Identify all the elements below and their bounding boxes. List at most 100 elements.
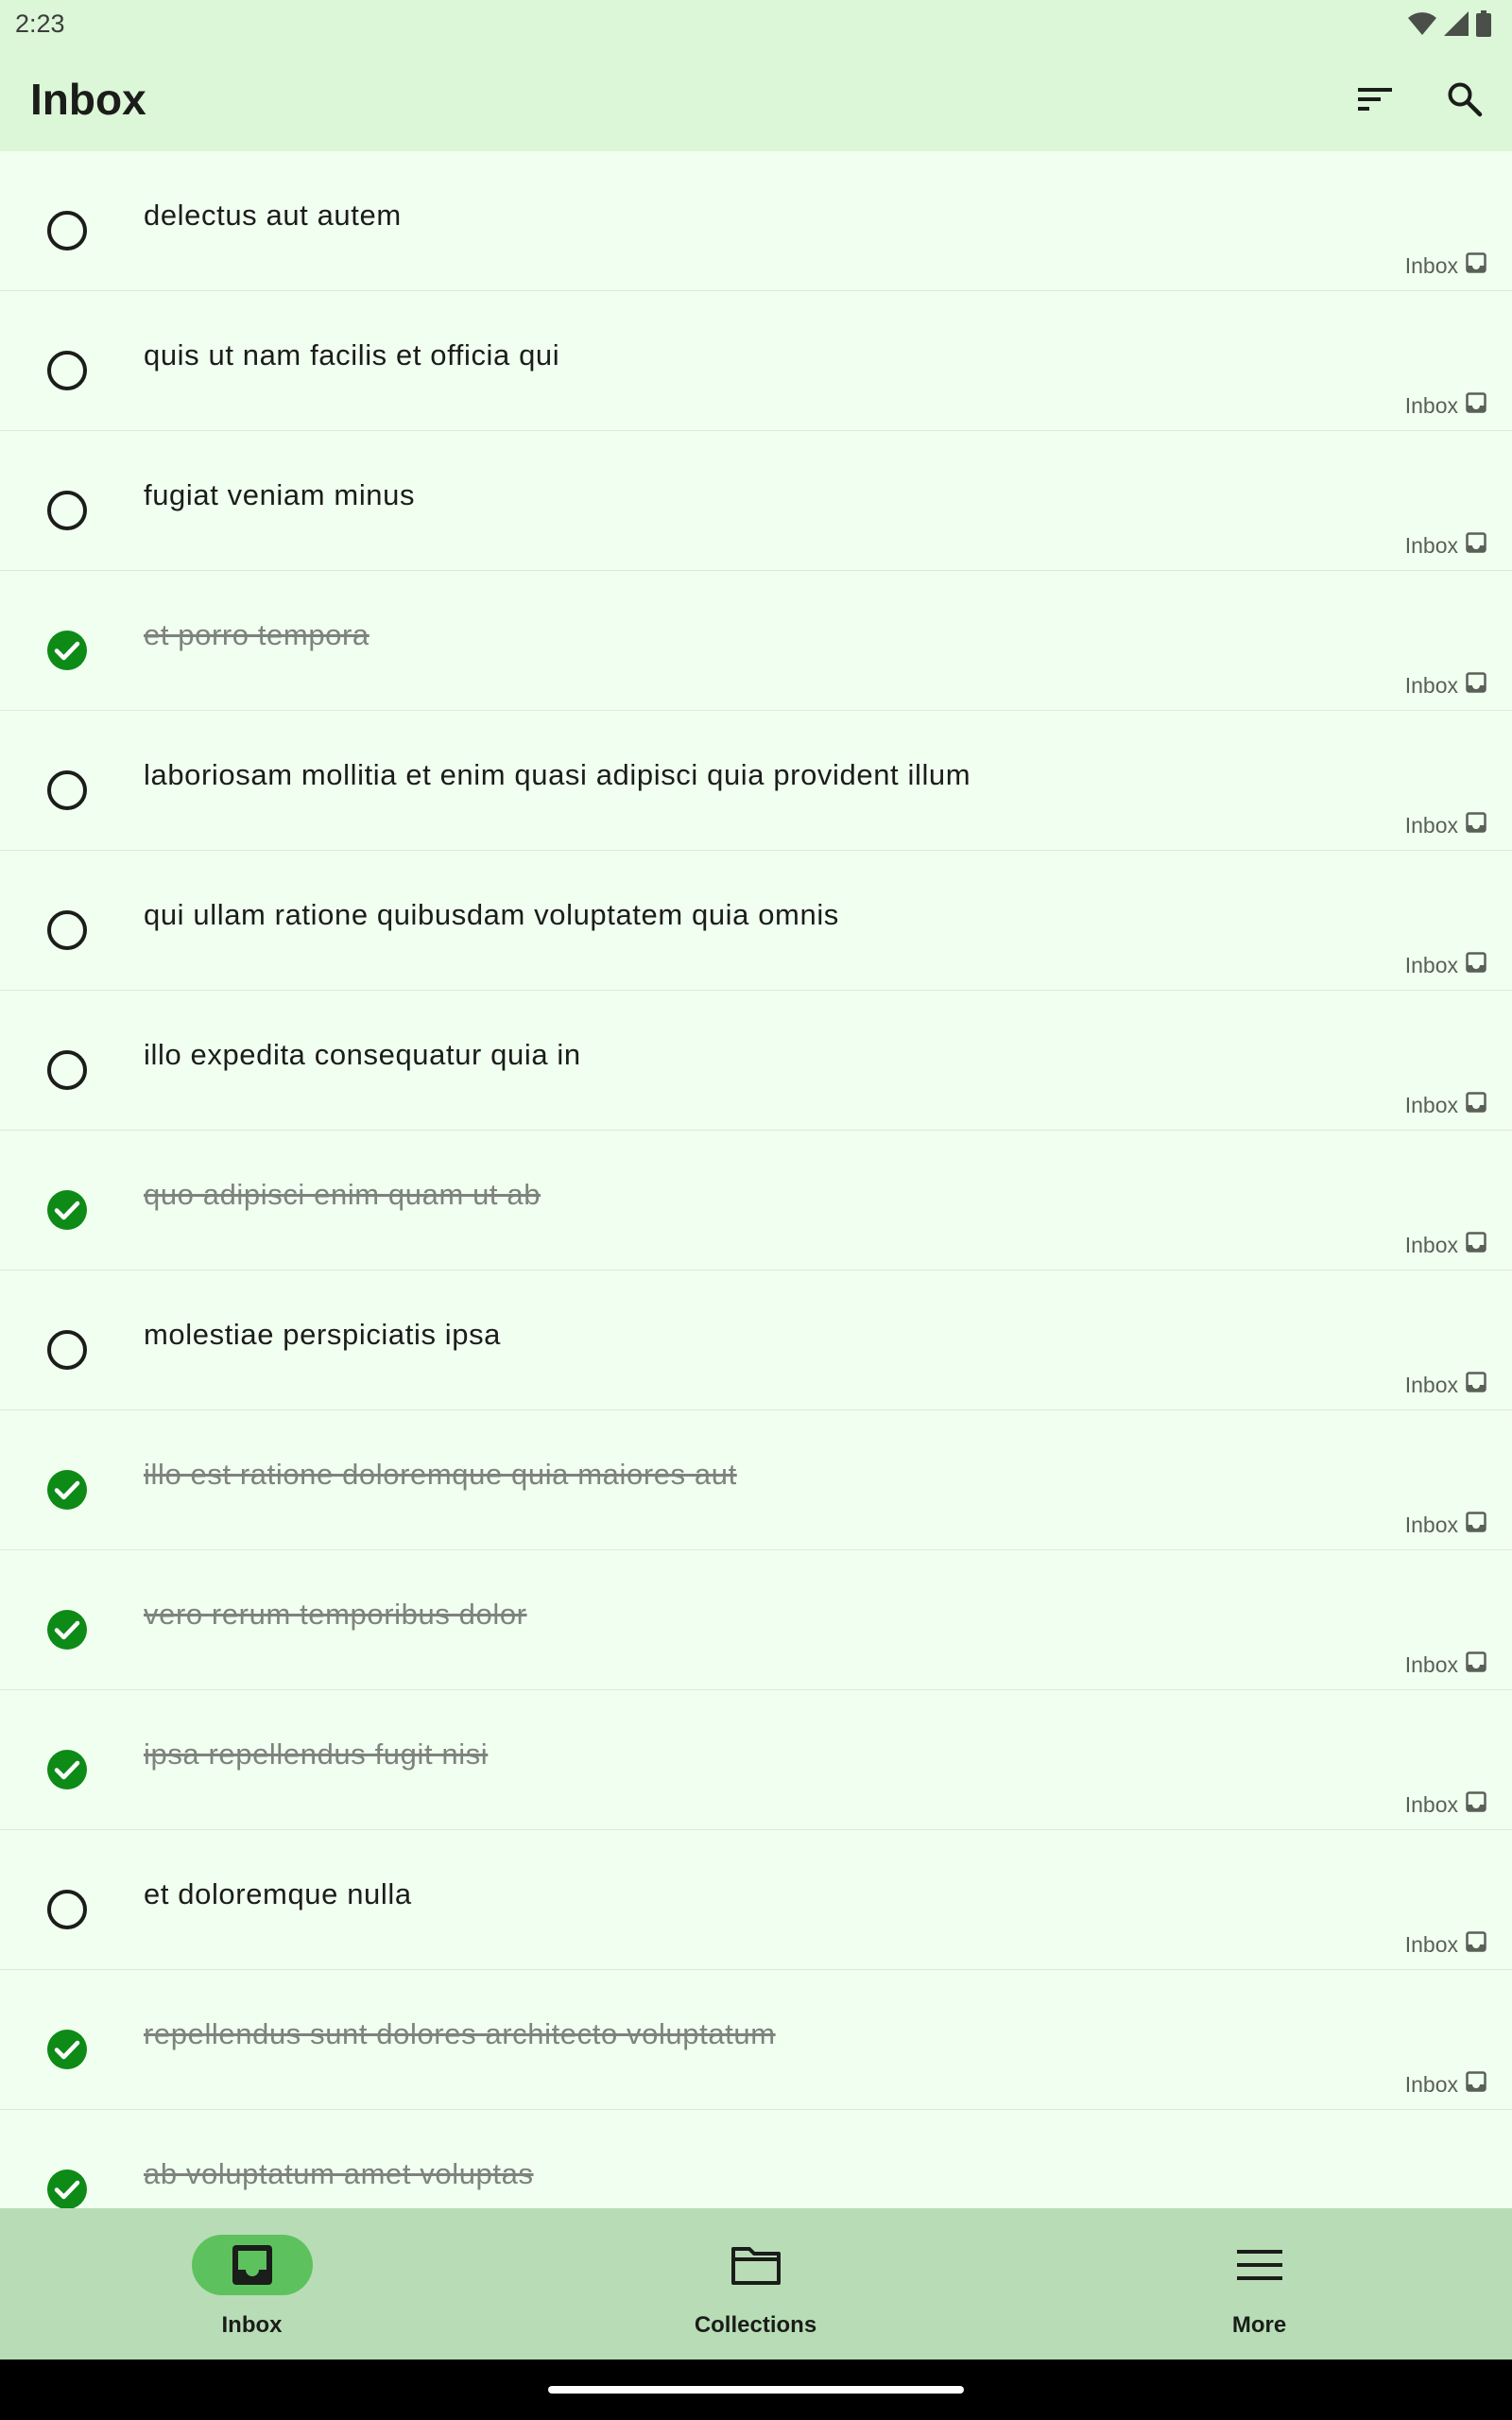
- task-row[interactable]: qui ullam ratione quibusdam voluptatem q…: [0, 851, 1512, 991]
- task-title: et doloremque nulla: [144, 1877, 412, 1910]
- checked-circle-icon[interactable]: [45, 1468, 89, 1512]
- task-title: repellendus sunt dolores architecto volu…: [144, 2017, 776, 2050]
- task-row[interactable]: vero rerum temporibus dolor Inbox: [0, 1550, 1512, 1690]
- battery-icon: [1476, 10, 1491, 37]
- task-row[interactable]: molestiae perspiciatis ipsa Inbox: [0, 1270, 1512, 1410]
- task-collection-tag: Inbox: [1405, 1092, 1486, 1118]
- task-row[interactable]: quo adipisci enim quam ut ab Inbox: [0, 1131, 1512, 1270]
- collection-label: Inbox: [1404, 252, 1458, 278]
- task-collection-tag: Inbox: [1405, 952, 1486, 978]
- collection-label: Inbox: [1404, 1372, 1458, 1397]
- search-button[interactable]: [1436, 71, 1493, 128]
- nav-item-collections[interactable]: Collections: [504, 2208, 1007, 2360]
- nav-icon-wrap: [696, 2235, 816, 2295]
- collection-label: Inbox: [1404, 532, 1458, 558]
- signal-icon: [1444, 11, 1469, 36]
- inbox-icon: [1466, 532, 1486, 559]
- inbox-icon: [1466, 1931, 1486, 1958]
- unchecked-circle-icon[interactable]: [45, 1888, 89, 1931]
- inbox-icon: [1466, 1651, 1486, 1678]
- app-bar: Inbox: [0, 47, 1512, 151]
- task-title: fugiat veniam minus: [144, 478, 416, 511]
- task-title: qui ullam ratione quibusdam voluptatem q…: [144, 898, 839, 931]
- unchecked-circle-icon[interactable]: [45, 209, 89, 252]
- unchecked-circle-icon[interactable]: [45, 349, 89, 392]
- task-collection-tag: Inbox: [1405, 252, 1486, 279]
- task-title: quo adipisci enim quam ut ab: [144, 1178, 541, 1211]
- task-title: molestiae perspiciatis ipsa: [144, 1318, 502, 1351]
- sort-icon: [1358, 88, 1392, 111]
- task-collection-tag: Inbox: [1405, 532, 1486, 559]
- bottom-navigation: Inbox Collections More: [0, 2208, 1512, 2360]
- task-collection-tag: Inbox: [1405, 1372, 1486, 1398]
- unchecked-circle-icon[interactable]: [45, 769, 89, 812]
- status-bar: 2:23: [0, 0, 1512, 47]
- nav-label-more: More: [1231, 2312, 1287, 2338]
- nav-label-collections: Collections: [694, 2312, 817, 2338]
- inbox-icon: [1466, 1512, 1486, 1538]
- inbox-icon: [1466, 672, 1486, 699]
- task-collection-tag: Inbox: [1405, 1931, 1486, 1958]
- collection-label: Inbox: [1404, 952, 1458, 977]
- task-row[interactable]: et porro tempora Inbox: [0, 571, 1512, 711]
- task-collection-tag: Inbox: [1405, 1651, 1486, 1678]
- collection-label: Inbox: [1404, 1232, 1458, 1257]
- task-row[interactable]: fugiat veniam minus Inbox: [0, 431, 1512, 571]
- task-row[interactable]: ab voluptatum amet voluptasInbox: [0, 2110, 1512, 2208]
- task-row[interactable]: illo expedita consequatur quia in Inbox: [0, 991, 1512, 1131]
- task-row[interactable]: illo est ratione doloremque quia maiores…: [0, 1410, 1512, 1550]
- checked-circle-icon[interactable]: [45, 1748, 89, 1791]
- collection-label: Inbox: [1404, 1791, 1458, 1817]
- task-title: ab voluptatum amet voluptas: [144, 2157, 534, 2190]
- unchecked-circle-icon[interactable]: [45, 489, 89, 532]
- nav-item-more[interactable]: More: [1007, 2208, 1511, 2360]
- task-title: laboriosam mollitia et enim quasi adipis…: [144, 758, 971, 791]
- task-title: ipsa repellendus fugit nisi: [144, 1737, 489, 1771]
- collection-label: Inbox: [1404, 672, 1458, 698]
- inbox-icon: [1466, 252, 1486, 279]
- checked-circle-icon[interactable]: [45, 1188, 89, 1232]
- nav-item-inbox[interactable]: Inbox: [0, 2208, 504, 2360]
- task-collection-tag: Inbox: [1405, 672, 1486, 699]
- task-collection-tag: Inbox: [1405, 2071, 1486, 2098]
- search-icon: [1448, 82, 1483, 117]
- task-collection-tag: Inbox: [1405, 1512, 1486, 1538]
- inbox-icon: [1466, 392, 1486, 419]
- task-row[interactable]: repellendus sunt dolores architecto volu…: [0, 1970, 1512, 2110]
- inbox-icon: [1466, 812, 1486, 838]
- task-row[interactable]: et doloremque nulla Inbox: [0, 1830, 1512, 1970]
- wifi-icon: [1408, 12, 1436, 35]
- menu-icon: [1236, 2250, 1282, 2280]
- checked-circle-icon[interactable]: [45, 629, 89, 672]
- sort-button[interactable]: [1347, 71, 1403, 128]
- task-collection-tag: Inbox: [1405, 1232, 1486, 1258]
- inbox-icon: [1466, 1791, 1486, 1818]
- task-title: delectus aut autem: [144, 199, 402, 232]
- status-time: 2:23: [15, 9, 65, 38]
- unchecked-circle-icon[interactable]: [45, 1328, 89, 1372]
- checked-circle-icon[interactable]: [45, 2168, 89, 2208]
- collection-label: Inbox: [1404, 812, 1458, 838]
- nav-icon-wrap: [1199, 2235, 1320, 2295]
- folder-icon: [730, 2247, 781, 2285]
- inbox-icon: [232, 2245, 272, 2285]
- collection-label: Inbox: [1404, 1931, 1458, 1957]
- nav-label-inbox: Inbox: [221, 2312, 283, 2338]
- task-row[interactable]: ipsa repellendus fugit nisi Inbox: [0, 1690, 1512, 1830]
- checked-circle-icon[interactable]: [45, 1608, 89, 1651]
- checked-circle-icon[interactable]: [45, 2028, 89, 2071]
- nav-active-indicator: [191, 2235, 313, 2295]
- gesture-handle[interactable]: [548, 2386, 964, 2394]
- task-row[interactable]: quis ut nam facilis et officia qui Inbox: [0, 291, 1512, 431]
- task-row[interactable]: delectus aut autem Inbox: [0, 151, 1512, 291]
- task-row[interactable]: laboriosam mollitia et enim quasi adipis…: [0, 711, 1512, 851]
- inbox-icon: [1466, 1232, 1486, 1258]
- task-list: delectus aut autem Inbox quis ut nam facil…: [0, 151, 1512, 2208]
- unchecked-circle-icon[interactable]: [45, 908, 89, 952]
- unchecked-circle-icon[interactable]: [45, 1048, 89, 1092]
- inbox-icon: [1466, 1372, 1486, 1398]
- task-title: vero rerum temporibus dolor: [144, 1598, 527, 1631]
- task-title: illo expedita consequatur quia in: [144, 1038, 581, 1071]
- inbox-icon: [1466, 2071, 1486, 2098]
- collection-label: Inbox: [1404, 1651, 1458, 1677]
